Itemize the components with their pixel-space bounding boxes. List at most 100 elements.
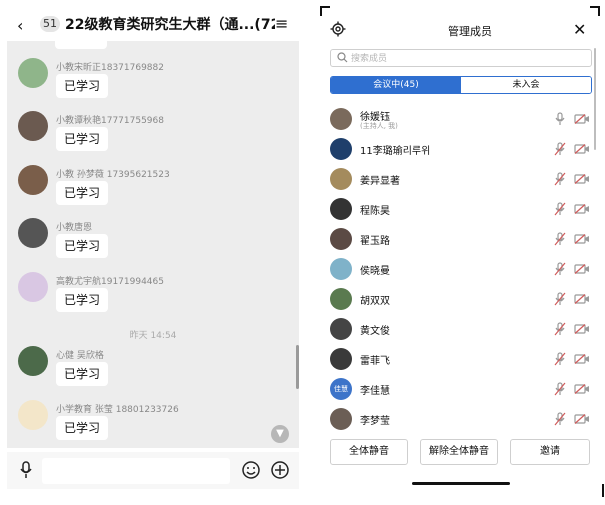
camera-off-icon[interactable] — [574, 114, 590, 124]
microphone-muted-icon[interactable] — [554, 202, 566, 216]
microphone-muted-icon[interactable] — [554, 322, 566, 336]
panel-title: 管理成员 — [448, 25, 492, 38]
menu-icon[interactable]: ≡ — [275, 14, 293, 34]
message-bubble[interactable]: 已学习 — [56, 127, 109, 151]
sender-name: 小教谭秋艳17771755968 — [56, 116, 164, 126]
chat-header: ‹ 51 22级教育类研究生大群（通...(72) ≡ — [7, 8, 299, 41]
emoji-icon[interactable] — [242, 461, 260, 479]
message-text: 已学习 — [56, 181, 109, 205]
camera-off-icon[interactable] — [574, 354, 590, 364]
close-icon[interactable]: ✕ — [573, 20, 591, 39]
camera-off-icon[interactable] — [574, 264, 590, 274]
plus-icon[interactable] — [271, 461, 289, 479]
member-tabs: 会议中(45) 未入会 — [330, 76, 592, 94]
avatar[interactable] — [18, 346, 48, 376]
message: 小教谭秋艳17771755968 已学习 — [18, 111, 278, 161]
member-row[interactable]: 佳慧 李佳慧 — [330, 376, 590, 404]
message-bubble[interactable]: 已学习 — [56, 288, 109, 312]
avatar[interactable] — [18, 111, 48, 141]
member-avatar — [330, 108, 352, 130]
microphone-icon[interactable] — [19, 461, 33, 479]
microphone-muted-icon[interactable] — [554, 352, 566, 366]
message-bubble[interactable]: 已学习 — [56, 181, 109, 205]
member-row[interactable]: 雷菲飞 — [330, 346, 590, 374]
member-row[interactable]: 11李璐瑜리루위 — [330, 136, 590, 164]
member-avatar — [330, 288, 352, 310]
avatar[interactable] — [18, 400, 48, 430]
unmute-all-button[interactable]: 解除全体静音 — [420, 439, 498, 465]
member-name: 黄文俊 — [360, 326, 390, 337]
message-bubble[interactable]: 已学习 — [56, 234, 109, 258]
camera-off-icon[interactable] — [574, 204, 590, 214]
microphone-muted-icon[interactable] — [554, 172, 566, 186]
invite-button[interactable]: 邀请 — [510, 439, 590, 465]
member-name: 李梦莹 — [360, 416, 390, 427]
sender-name: 小学教育 张莹 18801233726 — [56, 405, 179, 415]
avatar[interactable] — [18, 58, 48, 88]
avatar[interactable] — [18, 165, 48, 195]
time-divider: 昨天 14:54 — [129, 331, 177, 341]
member-row[interactable]: 胡双双 — [330, 286, 590, 314]
member-name: 徐媛钰 — [360, 112, 390, 123]
members-panel: 管理成员 ✕ 搜索成员 会议中(45) 未入会 徐媛钰 (主持人, 我) 11李璐瑜… — [320, 6, 604, 505]
camera-off-icon[interactable] — [574, 324, 590, 334]
microphone-muted-icon[interactable] — [554, 262, 566, 276]
member-row[interactable]: 程陈昊 — [330, 196, 590, 224]
member-avatar — [330, 348, 352, 370]
chat-scrollbar[interactable] — [296, 345, 299, 389]
member-avatar — [330, 198, 352, 220]
member-name: 程陈昊 — [360, 206, 390, 217]
message-bubble[interactable]: 已学习 — [56, 416, 109, 440]
message-text: 已学习 — [56, 416, 109, 440]
camera-off-icon[interactable] — [574, 144, 590, 154]
member-row[interactable]: 徐媛钰 (主持人, 我) — [330, 106, 590, 134]
frame-corner — [320, 6, 330, 16]
tab-not-joined[interactable]: 未入会 — [461, 77, 591, 93]
microphone-muted-icon[interactable] — [554, 412, 566, 426]
microphone-muted-icon[interactable] — [554, 292, 566, 306]
message-bubble[interactable]: 已学习 — [56, 362, 109, 386]
member-name: 翟玉路 — [360, 236, 390, 247]
mute-all-button[interactable]: 全体静音 — [330, 439, 408, 465]
member-avatar — [330, 168, 352, 190]
tab-in-meeting[interactable]: 会议中(45) — [331, 77, 461, 93]
sender-name: 小教唐恩 — [56, 223, 93, 233]
member-scrollbar[interactable] — [594, 48, 596, 150]
gear-icon[interactable] — [330, 21, 346, 37]
microphone-icon[interactable] — [554, 112, 566, 126]
message-text: 已学习 — [56, 234, 109, 258]
search-icon — [337, 52, 348, 63]
message-input[interactable] — [42, 458, 230, 484]
avatar[interactable] — [18, 218, 48, 248]
member-row[interactable]: 黄文俊 — [330, 316, 590, 344]
member-avatar: 佳慧 — [330, 378, 352, 400]
avatar[interactable] — [18, 272, 48, 302]
microphone-muted-icon[interactable] — [554, 232, 566, 246]
member-search[interactable]: 搜索成员 — [330, 49, 592, 67]
member-row[interactable]: 侯晓曼 — [330, 256, 590, 284]
frame-corner — [590, 6, 600, 16]
member-row[interactable]: 翟玉路 — [330, 226, 590, 254]
member-name: 李佳慧 — [360, 386, 390, 397]
message-list[interactable]: 小教宋昕正18371769882 已学习 小教谭秋艳17771755968 已学… — [7, 41, 299, 448]
sender-name: 小教 孙梦薇 17395621523 — [56, 170, 170, 180]
camera-off-icon[interactable] — [574, 384, 590, 394]
camera-off-icon[interactable] — [574, 174, 590, 184]
frame-corner — [602, 484, 604, 497]
message: 小教唐恩 已学习 — [18, 218, 278, 268]
camera-off-icon[interactable] — [574, 234, 590, 244]
message-text: 已学习 — [56, 127, 109, 151]
member-row[interactable]: 姜异显著 — [330, 166, 590, 194]
camera-off-icon[interactable] — [574, 294, 590, 304]
microphone-muted-icon[interactable] — [554, 142, 566, 156]
member-row[interactable]: 李梦莹 — [330, 406, 590, 434]
message: 高教尤宇航19171994465 已学习 — [18, 272, 278, 322]
partial-bubble — [55, 41, 107, 49]
camera-off-icon[interactable] — [574, 414, 590, 424]
microphone-muted-icon[interactable] — [554, 382, 566, 396]
member-name: 雷菲飞 — [360, 356, 390, 367]
message-bubble[interactable]: 已学习 — [56, 74, 109, 98]
home-indicator — [412, 482, 510, 485]
scroll-down-icon[interactable]: ▼ — [271, 425, 289, 443]
back-icon[interactable]: ‹ — [17, 16, 31, 35]
